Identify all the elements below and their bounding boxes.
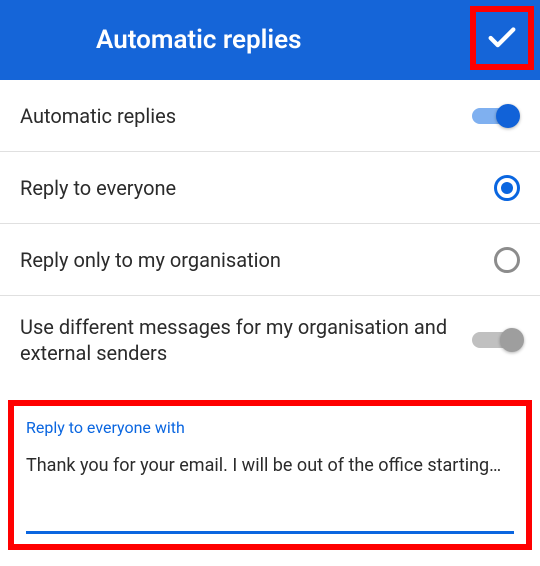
row-reply-org[interactable]: Reply only to my organisation [0, 224, 540, 296]
reply-everyone-label: Reply to everyone [20, 175, 494, 201]
confirm-button[interactable] [476, 12, 528, 64]
reply-message-input[interactable]: Thank you for your email. I will be out … [26, 455, 514, 476]
row-reply-everyone[interactable]: Reply to everyone [0, 152, 540, 224]
diff-messages-toggle[interactable] [472, 326, 520, 354]
input-underline [26, 531, 514, 534]
header: Automatic replies [0, 0, 540, 80]
reply-message-section[interactable]: Reply to everyone with Thank you for you… [8, 400, 532, 550]
reply-org-radio[interactable] [494, 247, 520, 273]
page-title: Automatic replies [96, 25, 302, 55]
reply-everyone-radio[interactable] [494, 175, 520, 201]
row-automatic-replies: Automatic replies [0, 80, 540, 152]
reply-org-label: Reply only to my organisation [20, 247, 494, 273]
diff-messages-label: Use different messages for my organisati… [20, 314, 472, 366]
automatic-replies-label: Automatic replies [20, 103, 472, 129]
checkmark-icon [485, 21, 519, 55]
reply-message-label: Reply to everyone with [26, 418, 514, 437]
row-diff-messages: Use different messages for my organisati… [0, 296, 540, 384]
confirm-highlight [470, 6, 534, 70]
automatic-replies-toggle[interactable] [472, 102, 520, 130]
